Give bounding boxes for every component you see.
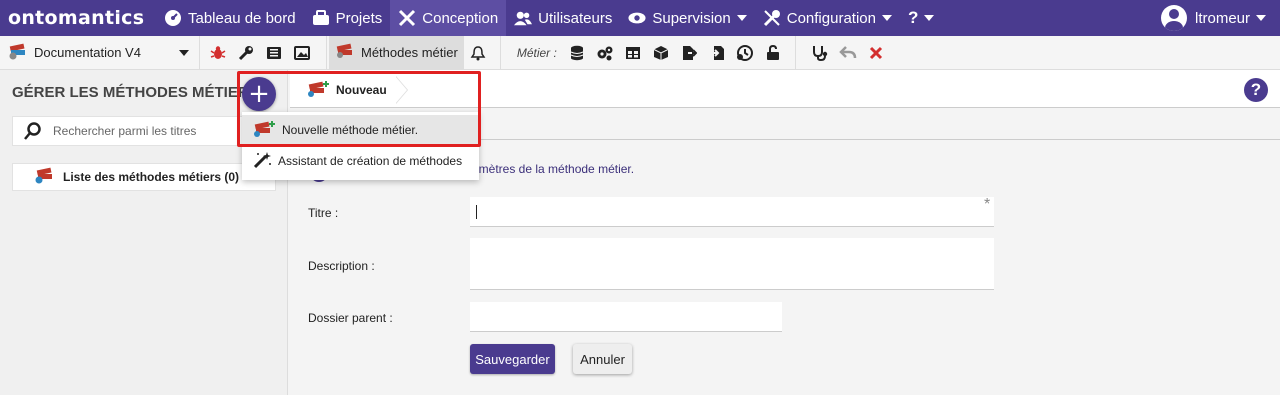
tab-bar: Nouveau ? [290, 70, 1280, 108]
toolbar-separator [499, 35, 501, 70]
dashboard-icon [164, 9, 182, 27]
projects-icon [312, 9, 330, 27]
methodes-metier-button[interactable]: Méthodes métier [329, 35, 464, 70]
nav-projets[interactable]: Projets [304, 0, 391, 36]
tab-nouveau[interactable]: Nouveau [294, 76, 408, 104]
menu-item-label: Assistant de création de méthodes [278, 154, 463, 168]
books-icon [335, 43, 355, 62]
save-button[interactable]: Sauvegarder [470, 344, 555, 374]
search-icon [13, 122, 53, 140]
tab-label: Nouveau [336, 83, 387, 97]
toolbar-separator [794, 35, 796, 70]
books-icon [33, 167, 55, 188]
wrench-icon[interactable] [232, 36, 260, 70]
nav-label: Projets [335, 9, 383, 27]
help-icon[interactable]: ? [1244, 78, 1268, 102]
chevron-down-icon [924, 15, 935, 21]
methodes-label: Méthodes métier [361, 45, 458, 60]
stethoscope-icon[interactable] [806, 36, 834, 70]
cogs-icon[interactable] [591, 36, 619, 70]
nav-label: Conception [422, 9, 499, 27]
nav-supervision[interactable]: Supervision [620, 0, 754, 36]
nav-label: Supervision [652, 9, 731, 27]
titre-field[interactable] [470, 197, 994, 227]
metier-label: Métier : [516, 45, 557, 60]
description-label: Description : [308, 259, 375, 273]
new-dropdown-menu: Nouvelle méthode métier. Assistant de cr… [242, 112, 479, 180]
menu-item-nouvelle-methode[interactable]: Nouvelle méthode métier. [242, 115, 479, 145]
methods-list-button[interactable]: Liste des méthodes métiers (0) [12, 163, 276, 191]
cancel-button[interactable]: Annuler [573, 344, 632, 374]
users-icon [514, 9, 533, 27]
nav-label: Utilisateurs [538, 9, 613, 27]
avatar [1160, 5, 1187, 31]
search-input[interactable] [53, 124, 263, 138]
help-menu-icon: ? [907, 8, 919, 27]
chevron-down-icon [179, 49, 189, 56]
list-label: Liste des méthodes métiers (0) [63, 170, 240, 184]
required-icon: * [984, 196, 991, 213]
menu-item-assistant[interactable]: Assistant de création de méthodes [242, 146, 479, 176]
nav-conception[interactable]: Conception [390, 0, 507, 36]
chevron-down-icon [881, 15, 892, 21]
dossier-parent-field[interactable] [470, 302, 782, 332]
chevron-down-icon [1256, 15, 1266, 21]
image-icon[interactable] [288, 36, 316, 70]
toolbar-separator [326, 35, 327, 70]
text-cursor [476, 205, 477, 219]
close-icon[interactable] [862, 36, 890, 70]
bell-icon[interactable] [464, 36, 492, 70]
titre-label: Titre : [308, 206, 339, 220]
design-tools-icon [398, 9, 416, 27]
user-menu[interactable]: ltromeur [1160, 0, 1266, 36]
username: ltromeur [1194, 9, 1250, 27]
nav-utilisateurs[interactable]: Utilisateurs [506, 0, 620, 36]
nav-help-menu[interactable]: ? [900, 0, 942, 36]
cube-icon[interactable] [647, 36, 675, 70]
add-button[interactable]: + [242, 77, 276, 111]
nav-label: Configuration [786, 9, 876, 27]
undo-icon[interactable] [834, 36, 862, 70]
search-box[interactable] [12, 116, 276, 146]
file-import-icon[interactable] [703, 36, 731, 70]
description-field[interactable] [470, 238, 994, 290]
nav-label: Tableau de bord [188, 9, 296, 27]
bug-icon[interactable] [204, 36, 232, 70]
magic-wand-icon [252, 151, 272, 172]
plus-icon: + [248, 79, 270, 109]
panel-title: GÉRER LES MÉTHODES MÉTIER [12, 84, 249, 101]
info-text: ramètres de la méthode métier. [468, 162, 635, 176]
chevron-down-icon [736, 15, 747, 21]
file-export-icon[interactable] [675, 36, 703, 70]
add-method-icon [252, 120, 276, 141]
menu-item-label: Nouvelle méthode métier. [282, 123, 419, 137]
tools-icon [763, 9, 781, 27]
toolbar: Documentation V4 Méthodes métier Métier … [0, 35, 1280, 70]
eye-icon [628, 9, 646, 27]
unlock-icon[interactable] [759, 36, 787, 70]
table-icon[interactable] [619, 36, 647, 70]
dossier-label: Dossier parent : [308, 311, 393, 325]
book-icon[interactable] [260, 36, 288, 70]
nav-tableau-de-bord[interactable]: Tableau de bord [156, 0, 304, 36]
app-logo[interactable]: ontomantics [0, 7, 156, 29]
add-method-icon [306, 80, 330, 101]
project-selector[interactable]: Documentation V4 [0, 35, 200, 70]
nav-configuration[interactable]: Configuration [755, 0, 900, 36]
top-nav: ontomantics Tableau de bord Projets Conc… [0, 0, 1280, 36]
history-icon[interactable] [731, 36, 759, 70]
books-icon [8, 42, 28, 63]
project-name: Documentation V4 [34, 45, 141, 60]
database-icon[interactable] [563, 36, 591, 70]
